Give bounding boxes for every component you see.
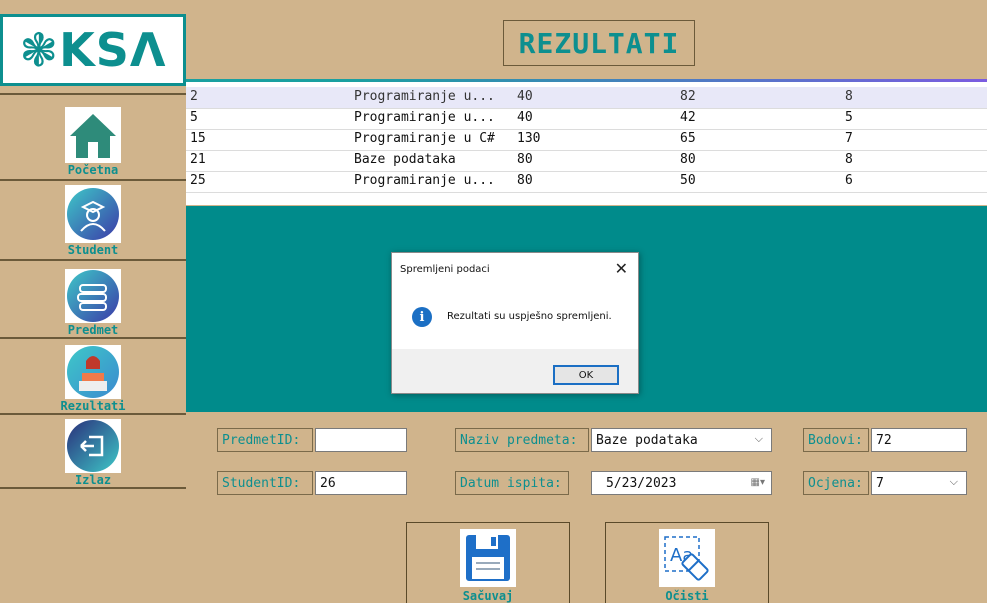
table-cell: 40 bbox=[517, 110, 533, 125]
table-cell: 50 bbox=[680, 173, 696, 188]
main-window: ❃ KSΛ REZULTATI Početna Student Predmet bbox=[0, 0, 987, 603]
dialog-body: i Rezultati su uspješno spremljeni. bbox=[392, 285, 638, 349]
info-icon: i bbox=[412, 307, 432, 327]
ok-button[interactable]: OK bbox=[553, 365, 619, 385]
eraser-text-icon: Aa bbox=[659, 529, 715, 587]
clear-button[interactable]: Aa Očisti bbox=[605, 522, 769, 603]
table-row[interactable]: 15 Programiranje u C# 130 65 7 bbox=[186, 129, 987, 150]
table-cell: Programiranje u C# bbox=[354, 131, 495, 146]
app-logo: ❃ KSΛ bbox=[0, 14, 186, 86]
table-row[interactable]: 2 Programiranje u... 40 82 8 bbox=[186, 87, 987, 108]
naziv-predmeta-select[interactable]: Baze podataka ⌵ bbox=[591, 428, 772, 452]
chevron-down-icon[interactable]: ⌵ bbox=[950, 475, 958, 489]
sidebar-item-predmet[interactable]: Predmet bbox=[0, 259, 186, 337]
row-divider bbox=[186, 192, 987, 193]
table-row[interactable]: 5 Programiranje u... 40 42 5 bbox=[186, 108, 987, 129]
table-cell: 65 bbox=[680, 131, 696, 146]
ocjena-value: 7 bbox=[876, 475, 884, 491]
grid-top-border bbox=[186, 79, 987, 82]
page-title-box: REZULTATI bbox=[503, 20, 695, 66]
ocjena-label: Ocjena: bbox=[803, 471, 869, 495]
chevron-down-icon[interactable]: ⌵ bbox=[755, 432, 763, 446]
table-cell: 40 bbox=[517, 89, 533, 104]
clear-button-label: Očisti bbox=[665, 589, 709, 603]
sidebar-item-pocetna[interactable]: Početna bbox=[0, 93, 186, 177]
student-icon bbox=[65, 185, 121, 243]
table-cell: 2 bbox=[190, 89, 198, 104]
student-id-label: StudentID: bbox=[217, 471, 313, 495]
table-cell: 7 bbox=[845, 131, 853, 146]
table-cell: 8 bbox=[845, 89, 853, 104]
table-cell: 80 bbox=[517, 173, 533, 188]
table-cell: Programiranje u... bbox=[354, 110, 495, 125]
table-cell: 80 bbox=[680, 152, 696, 167]
table-cell: Programiranje u... bbox=[354, 173, 495, 188]
datum-ispita-value: 5/23/2023 bbox=[606, 475, 677, 491]
floppy-disk-icon bbox=[460, 529, 516, 587]
sidebar-item-label: Rezultati bbox=[60, 399, 126, 413]
table-cell: 80 bbox=[517, 152, 533, 167]
sidebar-item-label: Student bbox=[67, 243, 119, 257]
logo-text: KSΛ bbox=[59, 23, 167, 77]
calendar-icon[interactable]: ▦▾ bbox=[751, 477, 765, 488]
dialog-message: Rezultati su uspješno spremljeni. bbox=[447, 311, 612, 322]
sidebar-item-rezultati[interactable]: Rezultati bbox=[0, 337, 186, 413]
results-icon bbox=[65, 345, 121, 399]
datum-ispita-label: Datum ispita: bbox=[455, 471, 569, 495]
predmet-id-field[interactable] bbox=[315, 428, 407, 452]
table-cell: 8 bbox=[845, 152, 853, 167]
datum-ispita-picker[interactable]: 5/23/2023 ▦▾ bbox=[591, 471, 772, 495]
books-icon bbox=[65, 269, 121, 323]
results-table[interactable]: 2 Programiranje u... 40 82 8 5 Programir… bbox=[186, 79, 987, 205]
ocjena-select[interactable]: 7 ⌵ bbox=[871, 471, 967, 495]
sidebar-item-label: Izlaz bbox=[74, 473, 112, 487]
table-row[interactable]: 21 Baze podataka 80 80 8 bbox=[186, 150, 987, 171]
dialog-title: Spremljeni podaci bbox=[400, 264, 490, 275]
predmet-id-label: PredmetID: bbox=[217, 428, 313, 452]
table-cell: 6 bbox=[845, 173, 853, 188]
close-icon[interactable]: ✕ bbox=[615, 259, 628, 278]
message-dialog: Spremljeni podaci ✕ i Rezultati su uspje… bbox=[391, 252, 639, 394]
home-icon bbox=[65, 107, 121, 163]
bodovi-field[interactable]: 72 bbox=[871, 428, 967, 452]
table-cell: Baze podataka bbox=[354, 152, 456, 167]
student-id-field[interactable]: 26 bbox=[315, 471, 407, 495]
sidebar-item-label: Početna bbox=[67, 163, 119, 177]
table-cell: Programiranje u... bbox=[354, 89, 495, 104]
sidebar-item-student[interactable]: Student bbox=[0, 179, 186, 257]
dialog-titlebar: Spremljeni podaci ✕ bbox=[392, 253, 638, 285]
sidebar-item-izlaz[interactable]: Izlaz bbox=[0, 413, 186, 489]
table-cell: 15 bbox=[190, 131, 206, 146]
table-cell: 42 bbox=[680, 110, 696, 125]
naziv-predmeta-value: Baze podataka bbox=[596, 432, 698, 448]
naziv-predmeta-label: Naziv predmeta: bbox=[455, 428, 589, 452]
save-button[interactable]: Sačuvaj bbox=[406, 522, 570, 603]
table-cell: 82 bbox=[680, 89, 696, 104]
page-title: REZULTATI bbox=[518, 26, 680, 60]
table-cell: 25 bbox=[190, 173, 206, 188]
table-cell: 130 bbox=[517, 131, 541, 146]
sidebar-item-label: Predmet bbox=[67, 323, 119, 337]
table-cell: 5 bbox=[190, 110, 198, 125]
table-cell: 5 bbox=[845, 110, 853, 125]
bodovi-label: Bodovi: bbox=[803, 428, 869, 452]
logo-mark-icon: ❃ bbox=[19, 23, 60, 77]
save-button-label: Sačuvaj bbox=[462, 589, 514, 603]
table-cell: 21 bbox=[190, 152, 206, 167]
exit-icon bbox=[65, 419, 121, 473]
table-row[interactable]: 25 Programiranje u... 80 50 6 bbox=[186, 171, 987, 192]
